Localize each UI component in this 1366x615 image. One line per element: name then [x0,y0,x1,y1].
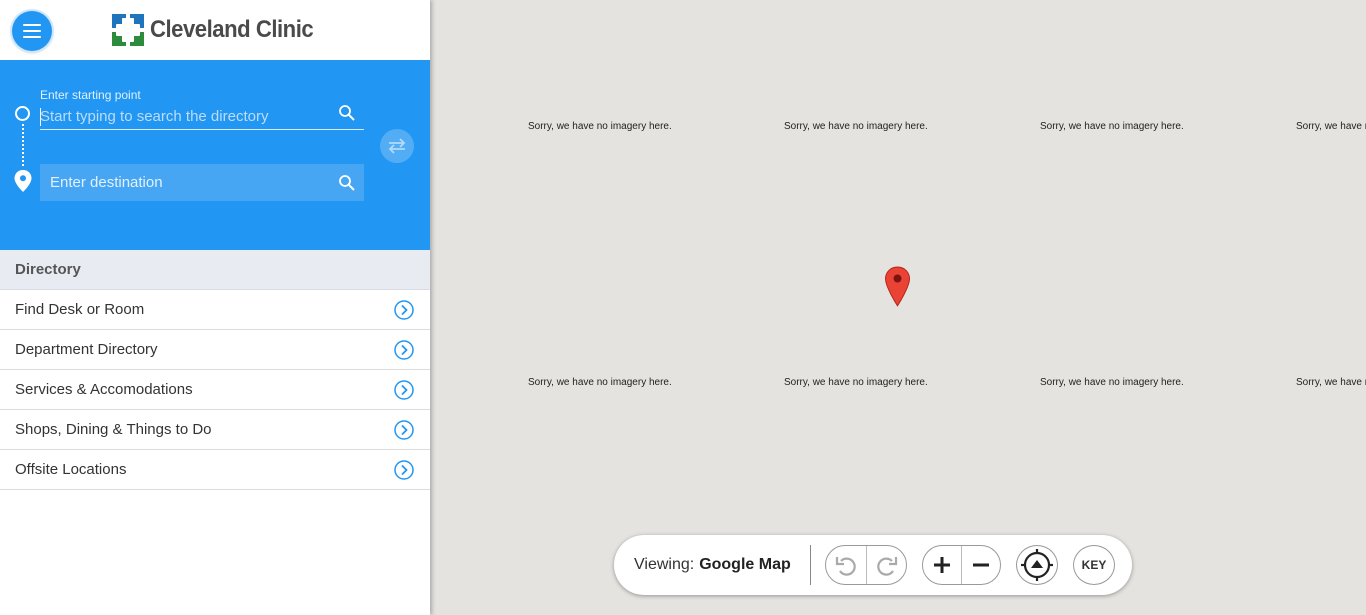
no-imagery-tile-text: Sorry, we have no imagery here. [1296,377,1366,388]
start-point-circle-icon [15,106,30,121]
zoom-buttons [922,545,1001,585]
directory-item-department-directory[interactable]: Department Directory [0,330,430,370]
redo-button[interactable] [866,546,906,584]
text-cursor [40,108,41,126]
hamburger-menu-icon-line [23,36,41,38]
hamburger-menu-icon-line [23,30,41,32]
route-connector-dots [22,124,24,166]
hamburger-menu-icon-line [23,24,41,26]
undo-button[interactable] [826,546,866,584]
chevron-right-icon [394,299,414,320]
swap-arrows-icon [388,138,406,154]
no-imagery-tile-text: Sorry, we have no imagery here. [1040,121,1184,132]
start-point-input[interactable] [40,104,364,130]
zoom-out-button[interactable] [961,546,1000,584]
no-imagery-tile-text: Sorry, we have no imagery here. [784,377,928,388]
viewing-label: Viewing: [634,556,695,573]
chevron-right-icon [394,419,414,440]
directory-item-label: Services & Accomodations [15,381,193,398]
map-controls-bar: Viewing: Google Map KEY [614,535,1132,595]
cleveland-clinic-logo[interactable]: Cleveland Clinic [112,14,327,46]
directory-item-label: Shops, Dining & Things to Do [15,421,212,438]
controls-divider [810,545,811,585]
chevron-right-icon [394,339,414,360]
sidebar: Cleveland Clinic Enter starting point St… [0,0,430,615]
swap-route-button[interactable] [380,129,414,163]
destination-input[interactable] [40,164,364,201]
destination-pin-icon [14,170,32,192]
search-icon[interactable] [338,104,356,122]
viewing-indicator: Viewing: Google Map [634,535,791,595]
directory-list: Find Desk or Room Department Directory S… [0,290,430,490]
start-point-label: Enter starting point [40,88,141,102]
no-imagery-tile-text: Sorry, we have no imagery here. [528,121,672,132]
no-imagery-tile-text: Sorry, we have no imagery here. [528,377,672,388]
directory-item-find-desk-or-room[interactable]: Find Desk or Room [0,290,430,330]
viewing-value: Google Map [699,556,791,573]
map-key-button[interactable]: KEY [1073,545,1115,585]
history-buttons [825,545,907,585]
directory-header: Directory [0,250,430,290]
locate-button[interactable] [1016,545,1058,585]
undo-icon [835,557,856,576]
no-imagery-tile-text: Sorry, we have no imagery here. [1040,377,1184,388]
redo-icon [876,557,897,576]
chevron-right-icon [394,459,414,480]
logo-text: Cleveland Clinic [150,16,314,43]
compass-locate-icon [1021,549,1053,581]
directory-item-offsite-locations[interactable]: Offsite Locations [0,450,430,490]
directory-item-label: Offsite Locations [15,461,127,478]
menu-button[interactable] [12,11,52,51]
route-search-panel: Enter starting point [0,60,430,250]
chevron-right-icon [394,379,414,400]
map-canvas[interactable]: Sorry, we have no imagery here. Sorry, w… [430,0,1366,615]
cleveland-clinic-logo-mark-icon [112,14,144,46]
directory-item-label: Find Desk or Room [15,301,145,318]
directory-item-services-accomodations[interactable]: Services & Accomodations [0,370,430,410]
directory-item-shops-dining[interactable]: Shops, Dining & Things to Do [0,410,430,450]
plus-icon [934,557,951,573]
top-bar: Cleveland Clinic [0,0,430,60]
no-imagery-tile-text: Sorry, we have no imagery here. [1296,121,1366,132]
directory-item-label: Department Directory [15,341,158,358]
zoom-in-button[interactable] [923,546,961,584]
minus-icon [973,563,990,567]
search-icon[interactable] [338,174,356,192]
no-imagery-tile-text: Sorry, we have no imagery here. [784,121,928,132]
map-marker-icon[interactable] [884,266,911,307]
